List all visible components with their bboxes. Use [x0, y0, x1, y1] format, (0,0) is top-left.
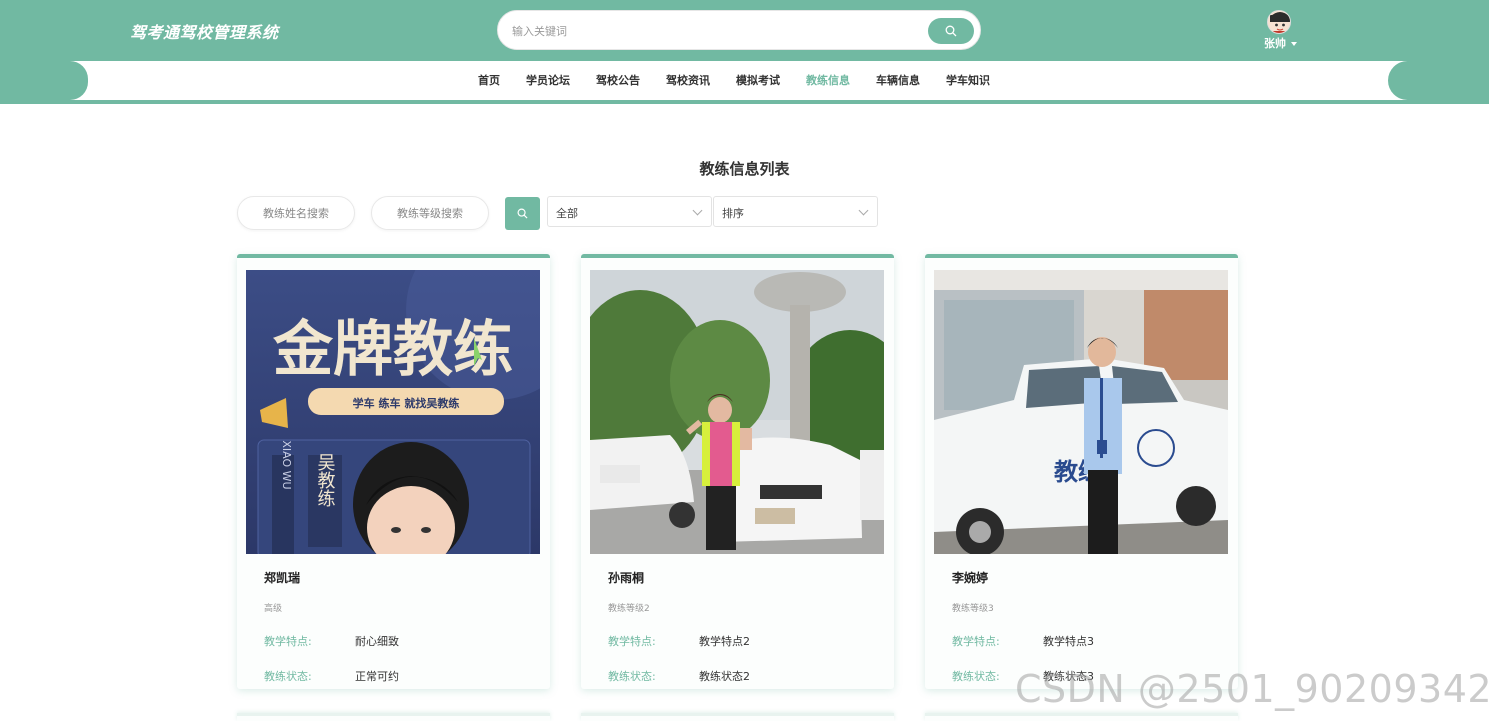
feature-label: 教学特点:: [952, 635, 1000, 648]
caret-down-icon: [1291, 42, 1297, 46]
search-box: [497, 10, 981, 50]
filter-search-button[interactable]: [505, 197, 540, 230]
chevron-down-icon: [858, 205, 869, 216]
nav-item-forum[interactable]: 学员论坛: [526, 72, 570, 88]
category-select-value: 全部: [556, 207, 578, 220]
avatar-image: [1268, 11, 1290, 33]
coach-level-search: [371, 196, 489, 230]
nav-item-mock-exam[interactable]: 模拟考试: [736, 72, 780, 88]
page-title: 教练信息列表: [699, 160, 790, 178]
coach-card[interactable]: 孙雨桐 教练等级2 教学特点: 教学特点2 教练状态: 教练状态2: [581, 254, 894, 689]
coach-name: 郑凯瑞: [264, 571, 301, 585]
coach-level: 高级: [264, 604, 283, 614]
coach-card-next-row[interactable]: [237, 713, 550, 721]
username-label: 张帅: [1264, 37, 1286, 50]
avatar[interactable]: [1267, 10, 1291, 34]
feature-value: 教学特点3: [1043, 635, 1094, 648]
coach-level-input[interactable]: [372, 197, 488, 229]
sort-select-value: 排序: [722, 207, 744, 220]
coach-name-search: [237, 196, 355, 230]
status-value: 教练状态2: [699, 670, 750, 683]
coach-name-input[interactable]: [238, 197, 354, 229]
feature-label: 教学特点:: [608, 635, 656, 648]
poster-slogan: 学车 练车 就找吴教练: [353, 396, 460, 410]
search-button[interactable]: [928, 18, 974, 44]
username[interactable]: 张帅: [1264, 35, 1297, 51]
coach-photo: 教练: [934, 270, 1228, 554]
chevron-down-icon: [692, 205, 703, 216]
search-icon: [945, 25, 957, 37]
poster-name: 吴教练: [315, 453, 336, 507]
sort-select[interactable]: 排序: [713, 196, 878, 227]
search-input[interactable]: [512, 21, 912, 41]
status-value: 正常可约: [355, 670, 399, 683]
nav-underline: [0, 100, 1489, 104]
feature-value: 耐心细致: [355, 635, 399, 648]
nav-item-knowledge[interactable]: 学车知识: [946, 72, 990, 88]
status-label: 教练状态:: [264, 670, 312, 683]
search-icon: [517, 208, 528, 219]
status-label: 教练状态:: [608, 670, 656, 683]
coach-card[interactable]: 金牌教练 学车 练车 就找吴教练 XIAO WU 吴教练 郑凯瑞 高级 教学特点…: [237, 254, 550, 689]
nav-item-announcements[interactable]: 驾校公告: [596, 72, 640, 88]
poster-pinyin: XIAO WU: [280, 440, 293, 489]
nav-item-vehicles[interactable]: 车辆信息: [876, 72, 920, 88]
coach-photo: 金牌教练 学车 练车 就找吴教练 XIAO WU 吴教练: [246, 270, 540, 554]
status-label: 教练状态:: [952, 670, 1000, 683]
coach-level: 教练等级2: [608, 604, 650, 614]
coach-name: 李婉婷: [952, 571, 989, 585]
coach-name: 孙雨桐: [608, 571, 645, 585]
coach-photo: [590, 270, 884, 554]
nav-item-coaches[interactable]: 教练信息: [806, 72, 850, 88]
watermark: CSDN @2501_90209342: [1015, 667, 1489, 711]
category-select[interactable]: 全部: [547, 196, 712, 227]
coach-card[interactable]: 教练 李婉婷 教练等级3 教学特点: 教学特点3 教练状态: 教练状态3: [925, 254, 1238, 689]
coach-card-next-row[interactable]: [925, 713, 1238, 721]
nav-item-home[interactable]: 首页: [478, 72, 500, 88]
feature-value: 教学特点2: [699, 635, 750, 648]
coach-card-next-row[interactable]: [581, 713, 894, 721]
user-menu[interactable]: 张帅: [1262, 10, 1302, 50]
coach-level: 教练等级3: [952, 604, 994, 614]
main-nav: 首页 学员论坛 驾校公告 驾校资讯 模拟考试 教练信息 车辆信息 学车知识: [478, 72, 1016, 88]
site-logo[interactable]: 驾考通驾校管理系统: [130, 19, 279, 43]
feature-label: 教学特点:: [264, 635, 312, 648]
nav-item-news[interactable]: 驾校资讯: [666, 72, 710, 88]
